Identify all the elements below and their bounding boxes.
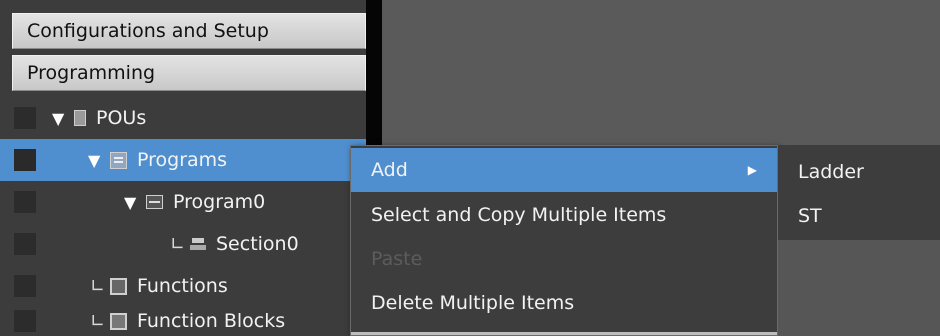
row-checkbox[interactable] xyxy=(14,149,36,171)
submenu-empty-area xyxy=(778,240,940,336)
menu-separator xyxy=(351,332,777,335)
row-checkbox[interactable] xyxy=(14,275,36,297)
tree-label-pous: POUs xyxy=(96,107,147,129)
menu-label-select-copy: Select and Copy Multiple Items xyxy=(371,204,667,226)
section-icon xyxy=(190,237,206,251)
context-menu: Add ▶ Select and Copy Multiple Items Pas… xyxy=(350,145,778,336)
pou-icon xyxy=(74,110,86,126)
row-checkbox[interactable] xyxy=(14,310,36,332)
programming-header[interactable]: Programming xyxy=(12,55,366,91)
menu-item-paste: Paste xyxy=(351,237,777,281)
submenu-label-ladder: Ladder xyxy=(798,161,864,183)
submenu-arrow-icon: ▶ xyxy=(747,163,757,177)
menu-item-select-copy-multiple[interactable]: Select and Copy Multiple Items xyxy=(351,193,777,237)
tree-connector-icon: ∟ xyxy=(90,310,106,332)
tree-label-section0: Section0 xyxy=(216,233,299,255)
tree-row-function-blocks[interactable]: ∟ Function Blocks xyxy=(0,300,366,336)
menu-item-add[interactable]: Add ▶ xyxy=(351,148,777,192)
project-tree-panel: Configurations and Setup Programming ▼ P… xyxy=(0,0,372,336)
menu-label-delete-multiple: Delete Multiple Items xyxy=(371,292,575,314)
programs-icon xyxy=(110,151,127,169)
menu-item-delete-multiple[interactable]: Delete Multiple Items xyxy=(351,281,777,325)
tree-connector-icon: ∟ xyxy=(90,275,106,297)
tree-connector-icon: ∟ xyxy=(170,233,186,255)
tree-row-program0[interactable]: ▼ Program0 xyxy=(0,181,366,223)
menu-label-paste: Paste xyxy=(371,248,423,270)
submenu-item-st[interactable]: ST xyxy=(778,194,940,238)
program-icon xyxy=(146,195,163,209)
configurations-setup-header[interactable]: Configurations and Setup xyxy=(12,13,366,49)
menu-label-add: Add xyxy=(371,159,408,181)
tree-row-section0[interactable]: ∟ Section0 xyxy=(0,223,366,265)
row-checkbox[interactable] xyxy=(14,107,36,129)
tree-row-pous[interactable]: ▼ POUs xyxy=(0,97,366,139)
submenu-label-st: ST xyxy=(798,205,822,227)
tree-label-programs: Programs xyxy=(137,149,228,171)
functions-icon xyxy=(110,277,127,295)
expand-arrow-icon[interactable]: ▼ xyxy=(124,193,146,212)
expand-arrow-icon[interactable]: ▼ xyxy=(88,151,110,170)
tree-label-functions: Functions xyxy=(137,275,228,297)
tree-label-program0: Program0 xyxy=(173,191,266,213)
row-checkbox[interactable] xyxy=(14,191,36,213)
expand-arrow-icon[interactable]: ▼ xyxy=(52,109,74,128)
tree-row-programs[interactable]: ▼ Programs xyxy=(0,139,366,181)
add-submenu: Ladder ST xyxy=(778,145,940,336)
function-block-icon xyxy=(110,312,127,330)
submenu-item-ladder[interactable]: Ladder xyxy=(778,150,940,194)
row-checkbox[interactable] xyxy=(14,233,36,255)
tree-label-function-blocks: Function Blocks xyxy=(137,310,286,332)
